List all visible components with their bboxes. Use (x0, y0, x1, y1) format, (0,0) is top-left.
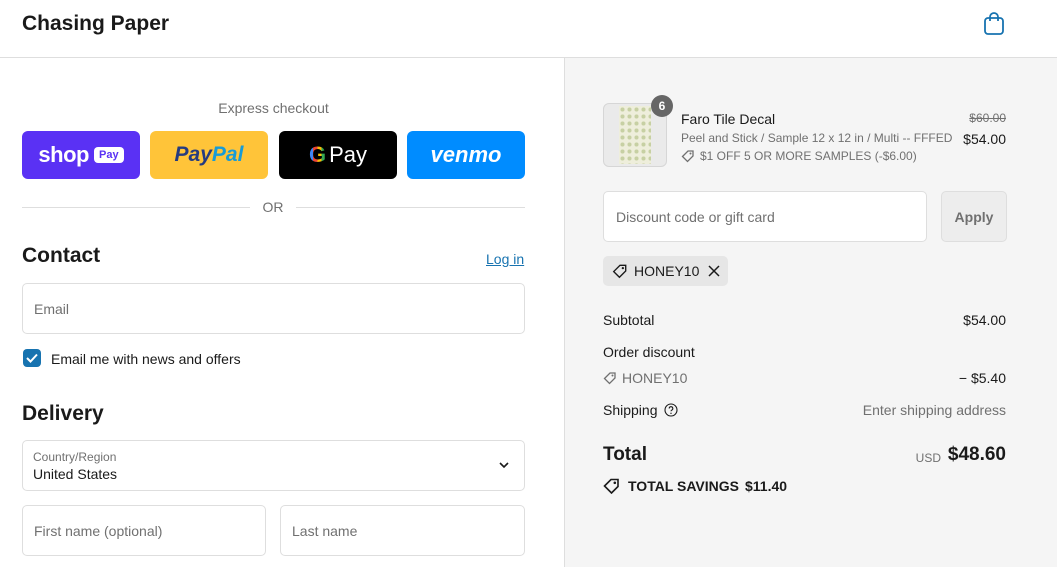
country-label: Country/Region (33, 450, 117, 464)
divider-line (296, 207, 525, 208)
total-value: $48.60 (947, 444, 1006, 465)
apply-button[interactable]: Apply (941, 191, 1007, 242)
shipping-label: Shipping (603, 402, 678, 418)
divider-line (22, 207, 250, 208)
google-pay-button[interactable]: G Pay (279, 131, 397, 179)
first-name-field[interactable]: First name (optional) (22, 505, 266, 556)
tag-icon (603, 372, 616, 385)
shopping-bag-icon[interactable] (983, 12, 1005, 36)
total-currency: USD (915, 451, 941, 465)
applied-code: HONEY10 (634, 263, 700, 279)
shop-pay-button[interactable]: shop Pay (22, 131, 140, 179)
order-discount-value: − $5.40 (958, 370, 1006, 386)
brand-logo[interactable]: Chasing Paper (22, 12, 169, 36)
google-icon: G (308, 142, 327, 167)
product-name: Faro Tile Decal (681, 111, 776, 127)
product-discount: $1 OFF 5 OR MORE SAMPLES (-$6.00) (681, 149, 917, 163)
product-image (619, 106, 651, 164)
contact-heading: Contact (22, 244, 101, 267)
order-discount-label: Order discount (603, 344, 695, 360)
close-icon[interactable] (708, 265, 720, 277)
discount-code-input[interactable]: Discount code or gift card (603, 191, 927, 242)
help-icon[interactable] (663, 403, 678, 417)
product-variant: Peel and Stick / Sample 12 x 12 in / Mul… (681, 131, 953, 145)
paypal-button[interactable]: PayPal (150, 131, 268, 179)
newsletter-checkbox[interactable] (23, 349, 41, 367)
delivery-heading: Delivery (22, 402, 104, 425)
header: Chasing Paper (0, 0, 1057, 58)
subtotal-value: $54.00 (963, 312, 1006, 328)
checkout-form: Express checkout shop Pay PayPal G Pay v… (0, 58, 564, 567)
product-price: $54.00 (963, 131, 1006, 147)
quantity-badge: 6 (651, 95, 673, 117)
or-divider: OR (22, 199, 525, 217)
chevron-down-icon (499, 462, 509, 469)
total-savings: TOTAL SAVINGS $11.40 (603, 478, 787, 494)
newsletter-label: Email me with news and offers (51, 351, 241, 367)
checkmark-icon (26, 353, 38, 363)
tag-icon (603, 478, 619, 494)
last-name-field[interactable]: Last name (280, 505, 525, 556)
email-field[interactable]: Email (22, 283, 525, 334)
order-discount-code: HONEY10 (603, 370, 687, 386)
applied-discount-chip: HONEY10 (603, 256, 728, 286)
original-price: $60.00 (969, 111, 1006, 125)
order-summary: 6 Faro Tile Decal Peel and Stick / Sampl… (564, 58, 1057, 567)
country-value: United States (33, 466, 118, 482)
shipping-value: Enter shipping address (862, 402, 1006, 418)
tag-icon (681, 150, 694, 163)
total-label: Total (603, 444, 647, 465)
tag-icon (612, 264, 627, 279)
venmo-button[interactable]: venmo (407, 131, 525, 179)
subtotal-label: Subtotal (603, 312, 655, 328)
express-checkout-title: Express checkout (218, 100, 329, 116)
login-link[interactable]: Log in (486, 251, 524, 267)
